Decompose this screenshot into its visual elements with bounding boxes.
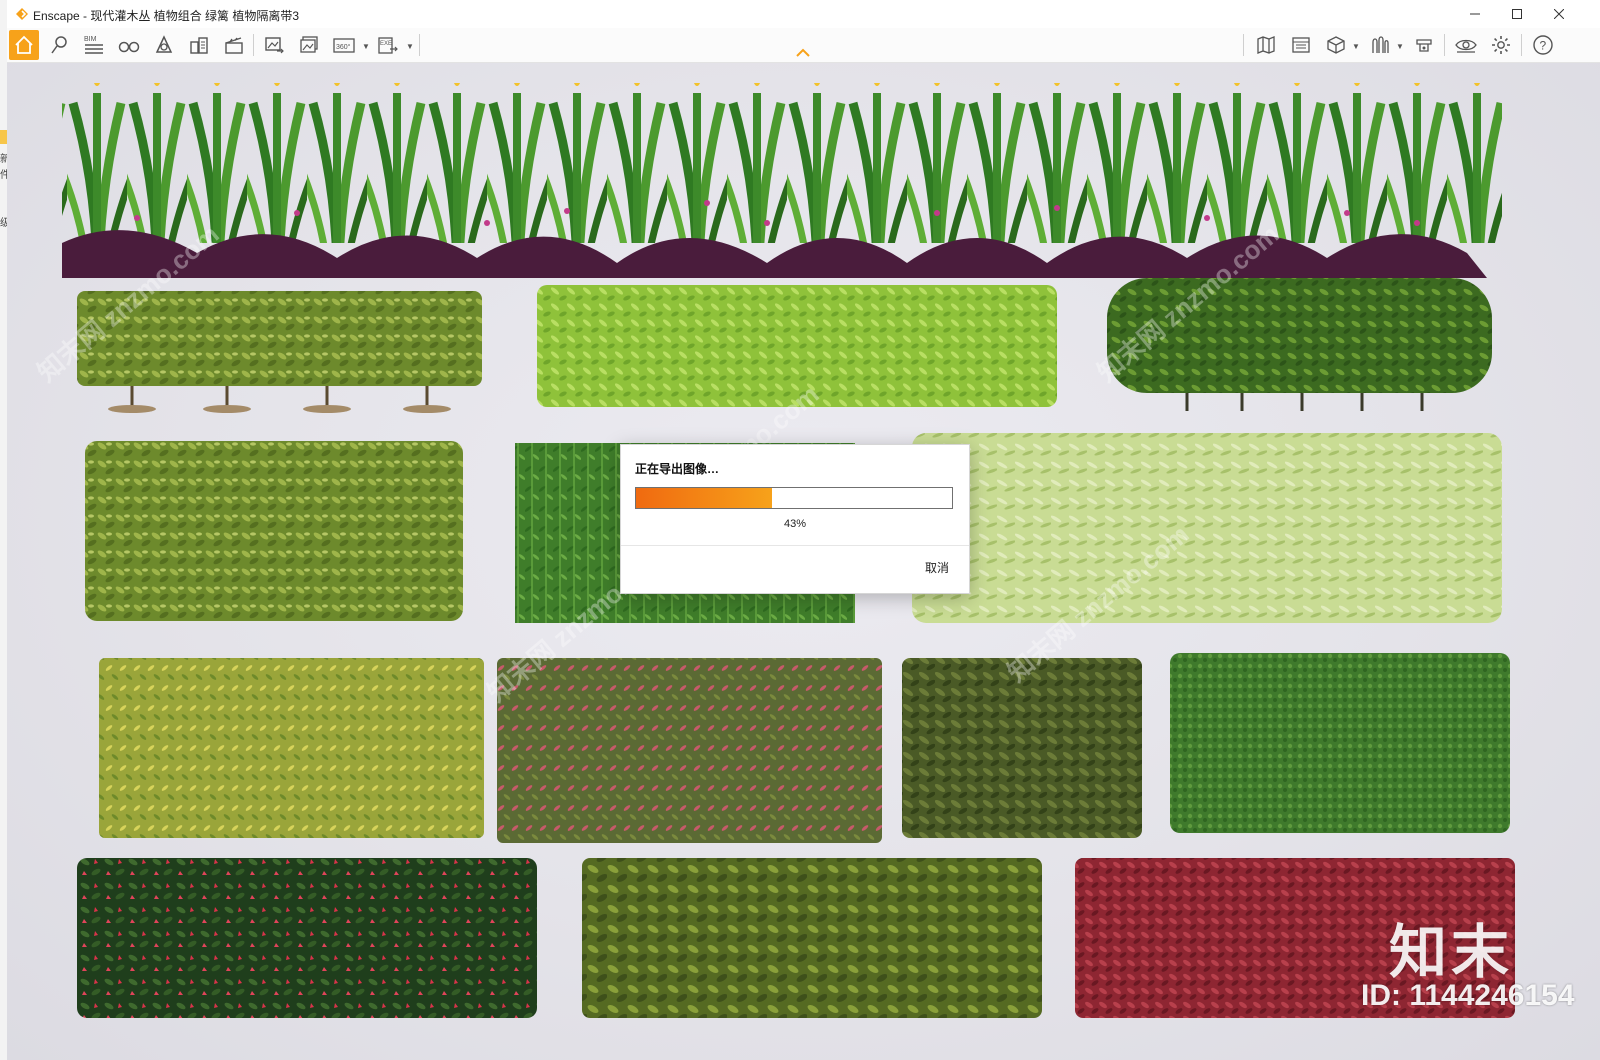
dialog-divider: [621, 545, 969, 546]
title-bar[interactable]: Enscape - 现代灌木丛 植物组合 绿篱 植物隔离带3: [7, 0, 1600, 28]
binoculars-icon[interactable]: [114, 30, 144, 60]
canna-border-planting: [62, 83, 1502, 278]
hedge-dark-shrubs: [1107, 278, 1492, 411]
background-app-text: 新: [0, 154, 7, 165]
background-app-folder-icon: [0, 130, 7, 144]
batch-render-icon[interactable]: [294, 30, 324, 60]
hedge-red-flowering: [77, 858, 537, 1018]
export-image-icon[interactable]: [259, 30, 289, 60]
material-editor-icon[interactable]: [1409, 30, 1439, 60]
chevron-down-icon[interactable]: ▼: [362, 42, 370, 51]
buildings-icon[interactable]: [184, 30, 214, 60]
hedge-fern-leaf: [85, 441, 463, 621]
background-app-text: 件: [0, 170, 7, 181]
chevron-down-icon[interactable]: ▼: [406, 42, 414, 51]
export-exe-icon[interactable]: EXE: [373, 30, 403, 60]
chevron-down-icon[interactable]: ▼: [1396, 42, 1404, 51]
render-viewport[interactable]: 知末网 znzmo.com 知末网 znzmo.com 知末网 znzmo.co…: [7, 63, 1600, 1060]
export-progress-dialog: 正在导出图像… 43% 取消: [620, 444, 970, 594]
eye-icon[interactable]: [1451, 30, 1481, 60]
asset-library-icon[interactable]: [1365, 30, 1395, 60]
hedge-yellow-croton: [99, 658, 484, 838]
visual-settings-icon[interactable]: [1286, 30, 1316, 60]
toolbar-separator: [253, 34, 254, 56]
minimize-icon[interactable]: [1454, 0, 1496, 28]
background-app-text: 级: [0, 218, 7, 229]
clapper-icon[interactable]: [219, 30, 249, 60]
window-title: Enscape - 现代灌木丛 植物组合 绿篱 植物隔离带3: [33, 9, 300, 23]
collapse-toolbar-chevron-icon[interactable]: [795, 48, 811, 58]
toolbar-separator: [1444, 34, 1445, 56]
toolbar-separator: [1521, 34, 1522, 56]
cube-icon[interactable]: [1321, 30, 1351, 60]
toolbar-separator: [419, 34, 420, 56]
chevron-down-icon[interactable]: ▼: [1352, 42, 1360, 51]
progress-fill: [636, 488, 772, 508]
hedge-olive-wall: [582, 858, 1042, 1018]
help-icon[interactable]: ?: [1528, 30, 1558, 60]
watermark-logo: 知末: [1389, 920, 1514, 985]
panorama-label: 360°: [336, 43, 351, 51]
progress-percent-label: 43%: [783, 518, 807, 530]
hedge-boxwood: [1170, 653, 1510, 833]
panorama-360-icon[interactable]: 360°: [329, 30, 359, 60]
hedge-red-tipped: [497, 658, 882, 843]
watermark-id: ID: 1144246154: [1361, 979, 1575, 1012]
enscape-logo-icon: [16, 8, 28, 20]
home-icon[interactable]: [9, 30, 39, 60]
maximize-icon[interactable]: [1496, 0, 1538, 28]
export-exe-label: EXE: [380, 41, 392, 47]
bim-label: BIM: [84, 36, 97, 43]
close-icon[interactable]: [1538, 0, 1580, 28]
cancel-button[interactable]: 取消: [925, 559, 949, 576]
export-progress-bar: [635, 487, 953, 509]
enscape-window: Enscape - 现代灌木丛 植物组合 绿篱 植物隔离带3 BIM 360° …: [7, 0, 1600, 1060]
toolbar-separator: [1243, 34, 1244, 56]
dialog-title: 正在导出图像…: [635, 462, 720, 476]
map-icon[interactable]: [1251, 30, 1281, 60]
gear-icon[interactable]: [1486, 30, 1516, 60]
location-pin-icon[interactable]: [44, 30, 74, 60]
bim-icon[interactable]: BIM: [79, 30, 109, 60]
light-icon[interactable]: [149, 30, 179, 60]
help-label: ?: [1540, 39, 1547, 53]
hedge-pale-willow: [912, 433, 1502, 623]
